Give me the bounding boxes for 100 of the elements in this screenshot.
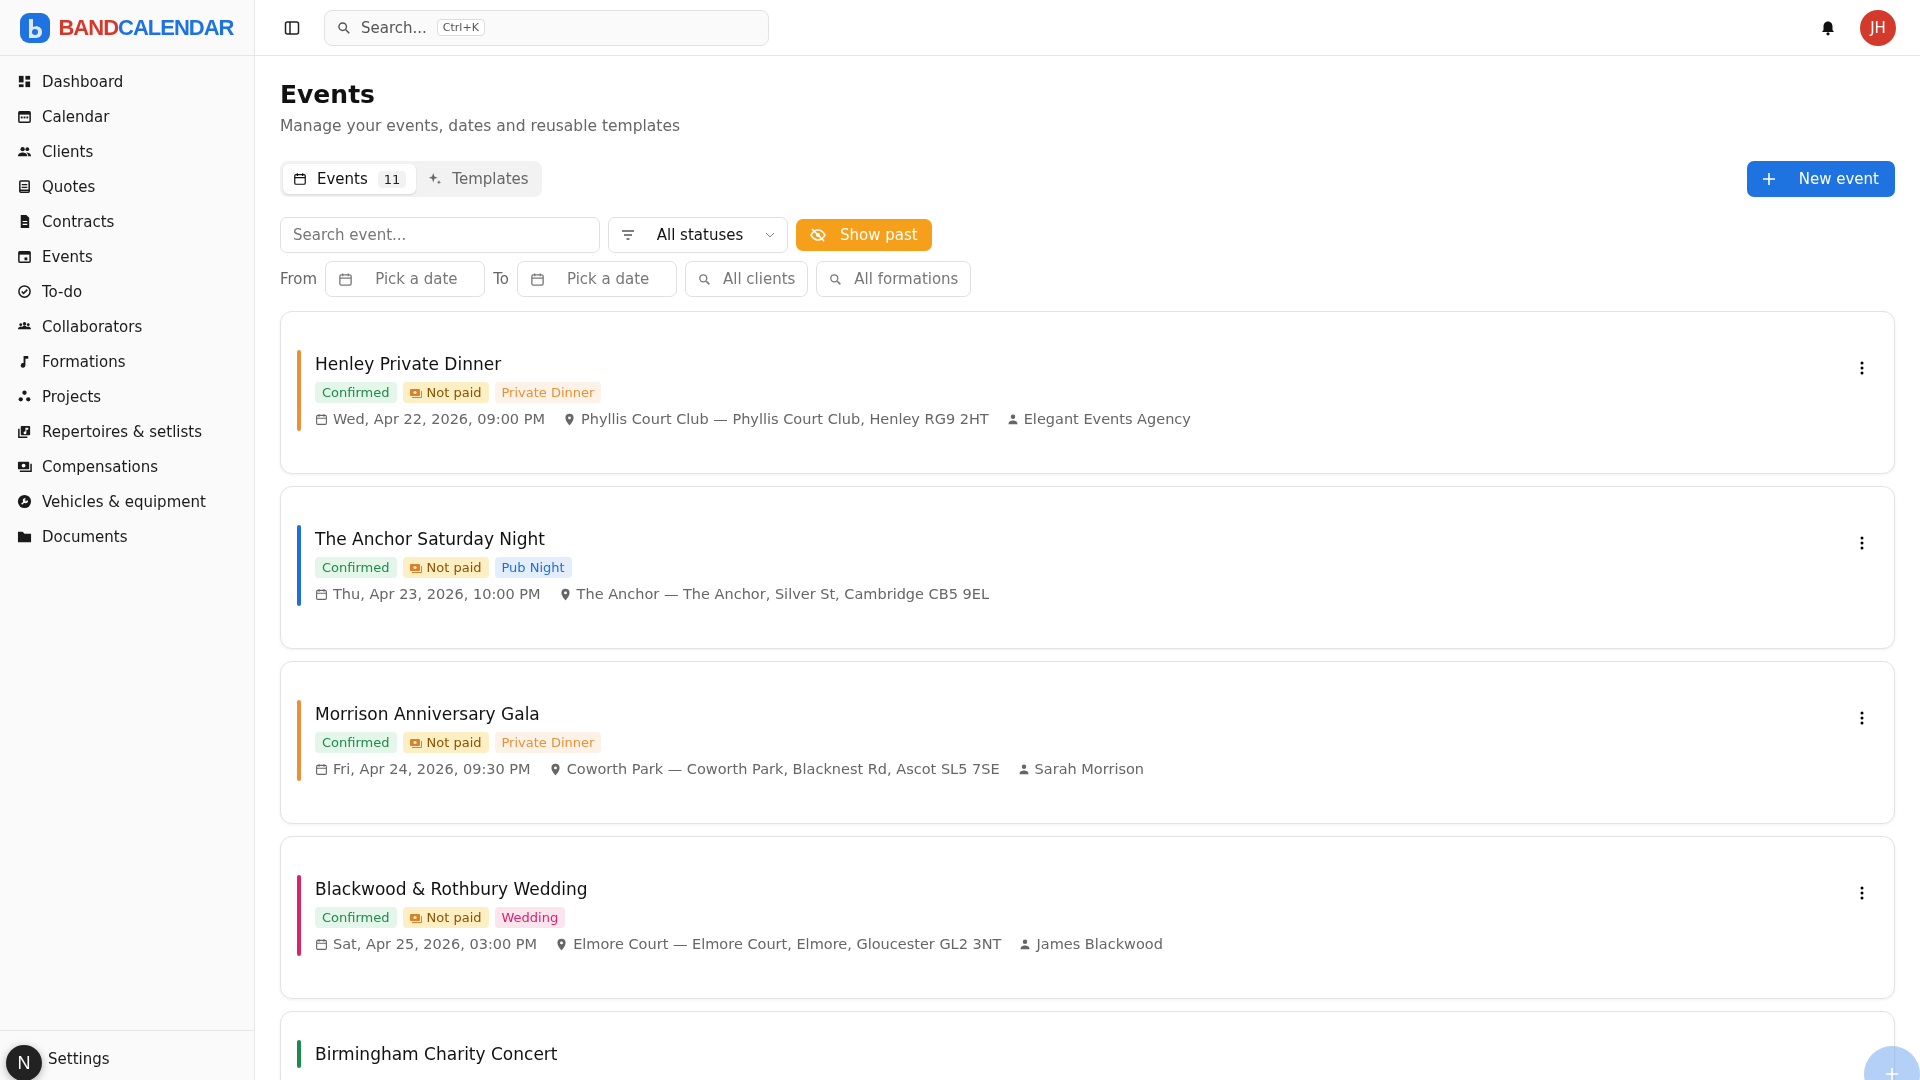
sidebar-item[interactable]: Projects <box>10 379 244 414</box>
location-pin-icon <box>558 587 572 601</box>
event-client: James Blackwood <box>1036 936 1163 952</box>
event-client: Elegant Events Agency <box>1023 411 1191 427</box>
sidebar-item[interactable]: Formations <box>10 344 244 379</box>
person-icon <box>1017 763 1030 775</box>
event-date: Fri, Apr 24, 2026, 09:30 PM <box>333 761 531 777</box>
music-library-icon <box>17 424 32 439</box>
logo-icon <box>20 12 51 43</box>
money-icon <box>17 459 32 474</box>
location-pin-icon <box>548 762 562 776</box>
new-event-button[interactable]: New event <box>1746 161 1895 197</box>
search-icon <box>337 20 351 35</box>
event-title[interactable]: Blackwood & Rothbury Wedding <box>315 879 1163 899</box>
status-tag: Confirmed <box>315 732 397 753</box>
category-tag: Wedding <box>494 907 566 928</box>
plus-icon <box>1762 173 1775 185</box>
sidebar-item[interactable]: Collaborators <box>10 309 244 344</box>
sidebar-item[interactable]: Dashboard <box>10 64 244 99</box>
status-tag: Confirmed <box>315 382 397 403</box>
search-placeholder: Search... <box>361 18 427 37</box>
shortcut-hint: Ctrl+K <box>436 19 485 36</box>
money-icon <box>409 562 422 573</box>
receipt-icon <box>17 179 32 194</box>
dev-tools-button[interactable]: N <box>6 1045 42 1080</box>
sidebar-item[interactable]: Quotes <box>10 169 244 204</box>
from-date-picker[interactable]: Pick a date <box>325 261 486 297</box>
event-title[interactable]: Birmingham Charity Concert <box>315 1044 558 1064</box>
event-location: Elmore Court — Elmore Court, Elmore, Gloucester GL2 3NT <box>573 936 1002 952</box>
user-avatar[interactable]: JH <box>1860 9 1896 46</box>
page-title: Events <box>280 80 376 109</box>
calendar-icon <box>293 172 307 186</box>
clients-filter[interactable]: All clients <box>684 261 809 297</box>
money-icon <box>409 737 422 748</box>
bell-icon <box>1820 19 1836 36</box>
event-location: Phyllis Court Club — Phyllis Court Club, Henley RG9 2HT <box>580 411 989 427</box>
sidebar-item[interactable]: Events <box>10 239 244 274</box>
people-icon <box>17 144 32 159</box>
event-date: Thu, Apr 23, 2026, 10:00 PM <box>333 586 541 602</box>
search-field[interactable]: Search... Ctrl+K <box>324 9 769 46</box>
calendar-icon <box>338 271 354 287</box>
sidebar-item[interactable]: Compensations <box>10 449 244 484</box>
filter-icon <box>621 230 635 240</box>
category-tag: Private Dinner <box>494 382 602 403</box>
sidebar-item[interactable]: Documents <box>10 519 244 554</box>
event-title[interactable]: The Anchor Saturday Night <box>315 529 989 549</box>
status-tag: Confirmed <box>315 907 397 928</box>
event-search-field[interactable]: Search event... <box>280 217 600 253</box>
person-icon <box>1019 938 1032 950</box>
event-title[interactable]: Henley Private Dinner <box>315 354 1191 374</box>
from-label: From <box>280 270 318 288</box>
sidebar-icon <box>284 19 300 36</box>
to-date-picker[interactable]: Pick a date <box>516 261 677 297</box>
wrench-icon <box>17 494 32 509</box>
sidebar-item[interactable]: Vehicles & equipment <box>10 484 244 519</box>
payment-tag: Not paid <box>402 382 489 403</box>
search-icon <box>829 272 843 286</box>
payment-tag: Not paid <box>402 557 489 578</box>
event-location: The Anchor — The Anchor, Silver St, Cambridge CB5 9EL <box>576 586 989 602</box>
sidebar-item[interactable]: Contracts <box>10 204 244 239</box>
more-icon <box>1860 886 1864 900</box>
calendar-icon <box>315 412 328 426</box>
more-icon <box>1860 711 1864 725</box>
event-title[interactable]: Morrison Anniversary Gala <box>315 704 1145 724</box>
sidebar-item[interactable]: To-do <box>10 274 244 309</box>
calendar-icon <box>315 587 328 601</box>
event-date: Sat, Apr 25, 2026, 03:00 PM <box>333 936 538 952</box>
folder-icon <box>17 529 32 544</box>
sidebar-item[interactable]: Repertoires & setlists <box>10 414 244 449</box>
event-client: Sarah Morrison <box>1034 761 1145 777</box>
sidebar-item[interactable]: Settings <box>48 1041 117 1076</box>
dots-icon <box>17 389 32 404</box>
sidebar-item[interactable]: Calendar <box>10 99 244 134</box>
chevron-down-icon <box>765 232 775 238</box>
search-icon <box>697 272 711 286</box>
more-icon <box>1860 361 1864 375</box>
eye-off-icon <box>810 228 826 242</box>
category-tag: Pub Night <box>494 557 572 578</box>
calendar-icon <box>315 937 328 951</box>
status-dropdown[interactable]: All statuses <box>608 217 788 253</box>
event-location: Coworth Park — Coworth Park, Blacknest Rd, Ascot SL5 7SE <box>566 761 1000 777</box>
formations-filter[interactable]: All formations <box>816 261 972 297</box>
brand-name: BANDCALENDAR <box>58 13 234 42</box>
tab[interactable]: Templates <box>418 164 539 194</box>
category-tag: Private Dinner <box>494 732 602 753</box>
money-icon <box>409 387 422 398</box>
sparkle-icon <box>428 172 443 186</box>
location-pin-icon <box>562 412 576 426</box>
money-icon <box>409 912 422 923</box>
sidebar-item[interactable]: Clients <box>10 134 244 169</box>
calendar-icon <box>17 109 32 124</box>
calendar-icon <box>315 762 328 776</box>
count-badge: 11 <box>377 170 407 188</box>
event-date: Wed, Apr 22, 2026, 09:00 PM <box>333 411 545 427</box>
person-icon <box>1006 413 1019 425</box>
calendar-icon <box>17 249 32 264</box>
payment-tag: Not paid <box>402 732 489 753</box>
check-circle-icon <box>17 284 32 299</box>
tab[interactable]: Events 11 <box>283 164 417 194</box>
status-tag: Confirmed <box>315 557 397 578</box>
